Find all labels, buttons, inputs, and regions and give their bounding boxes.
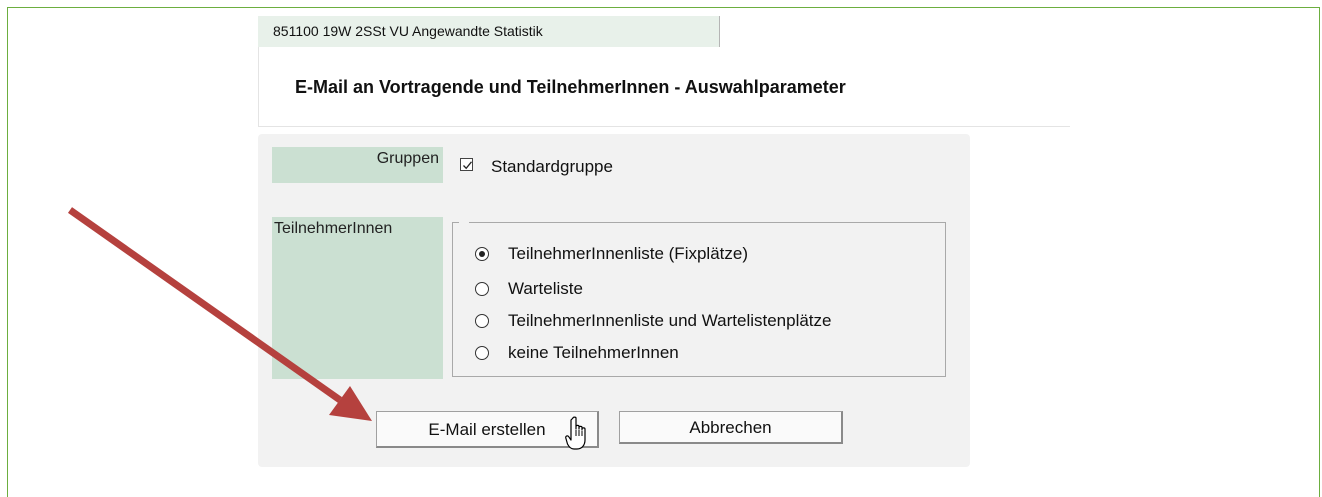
cancel-button[interactable]: Abbrechen <box>619 411 843 444</box>
radio-label: TeilnehmerInnenliste und Wartelistenplät… <box>508 311 832 330</box>
radio-label: keine TeilnehmerInnen <box>508 343 679 362</box>
standardgruppe-label: Standardgruppe <box>491 157 613 176</box>
course-tab[interactable]: 851100 19W 2SSt VU Angewandte Statistik <box>258 16 720 47</box>
standardgruppe-checkbox[interactable] <box>460 158 473 171</box>
radio-button[interactable] <box>475 314 489 328</box>
groups-label: Gruppen <box>272 147 443 183</box>
radio-button[interactable] <box>475 282 489 296</box>
radio-label: TeilnehmerInnenliste (Fixplätze) <box>508 244 748 263</box>
title-box: E-Mail an Vortragende und TeilnehmerInne… <box>258 47 1070 127</box>
radio-button[interactable] <box>475 346 489 360</box>
radio-label: Warteliste <box>508 279 583 298</box>
checkmark-icon <box>463 161 473 170</box>
page-title: E-Mail an Vortragende und TeilnehmerInne… <box>295 77 846 97</box>
participants-label: TeilnehmerInnen <box>272 217 443 379</box>
hand-cursor-icon <box>565 416 586 450</box>
radio-button-selected[interactable] <box>475 247 489 261</box>
fieldset-notch <box>459 221 469 225</box>
